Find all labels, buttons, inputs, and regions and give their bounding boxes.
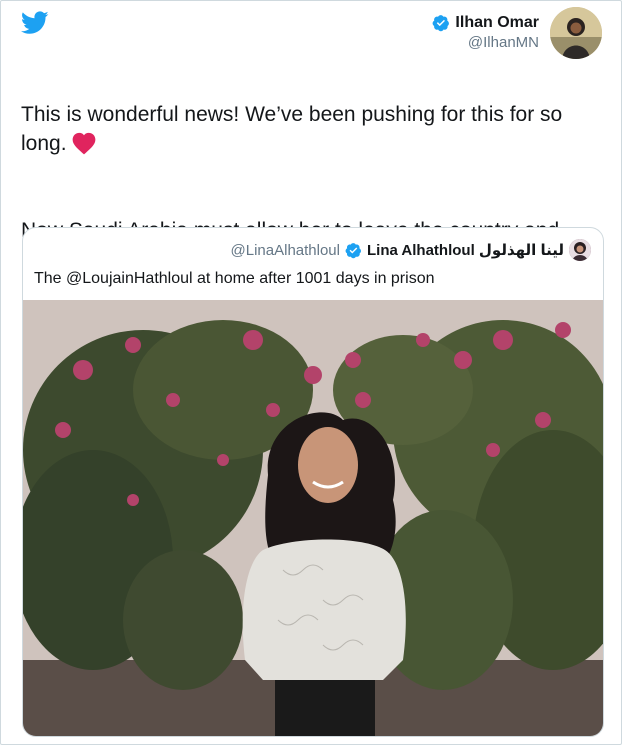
tweet-card: Ilhan Omar @IlhanMN This is wonderful ne… [0,0,622,745]
quoted-avatar[interactable] [569,239,591,261]
author-avatar[interactable] [550,7,602,59]
tweet-text-line-1: This is wonderful news! We’ve been pushi… [21,103,563,155]
quoted-tweet-header: @LinaAlhathloul Lina Alhathloul لينا اله… [231,239,591,261]
author-name[interactable]: Ilhan Omar [455,14,539,32]
quoted-name[interactable]: Lina Alhathloul لينا الهذلول [367,241,564,259]
tweet-author[interactable]: Ilhan Omar @IlhanMN [432,14,539,51]
twitter-bird-icon[interactable] [21,11,49,35]
verified-badge-icon [433,15,450,32]
quoted-photo[interactable] [23,300,603,736]
quoted-text: The @LoujainHathloul at home after 1001 … [34,270,435,287]
author-handle[interactable]: @IlhanMN [432,34,539,51]
quoted-handle[interactable]: @LinaAlhathloul [231,242,340,259]
verified-badge-icon [345,242,361,258]
quoted-tweet[interactable]: @LinaAlhathloul Lina Alhathloul لينا اله… [22,227,604,737]
red-heart-icon [72,132,95,155]
